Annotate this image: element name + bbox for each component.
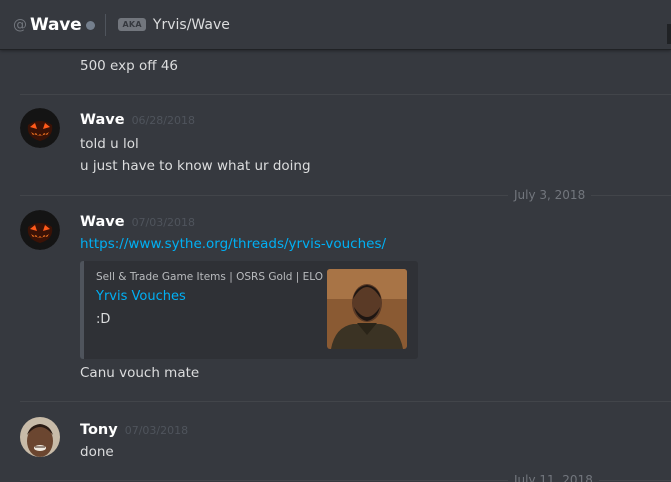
message-list[interactable]: 500 exp off 46 Wave 06/28/2018 told u lo… — [0, 50, 671, 482]
pumpkin-face-avatar[interactable] — [20, 108, 60, 148]
embed-title-link[interactable]: Yrvis Vouches — [96, 289, 186, 304]
message-group-separator — [20, 401, 671, 402]
aka-name: Yrvis/Wave — [152, 16, 230, 33]
message-line: 500 exp off 46 — [80, 58, 179, 74]
timestamp: 07/03/2018 — [131, 216, 195, 229]
author-name[interactable]: Wave — [80, 214, 125, 230]
header-divider — [105, 13, 107, 36]
person-avatar[interactable] — [20, 417, 60, 457]
author-name[interactable]: Wave — [80, 112, 125, 128]
status-offline-icon — [86, 20, 96, 30]
at-icon: @ — [13, 16, 27, 33]
embed-provider: Sell & Trade Game Items | OSRS Gold | EL… — [96, 271, 324, 283]
timestamp: 06/28/2018 — [131, 114, 195, 127]
message-link[interactable]: https://www.sythe.org/threads/yrvis-vouc… — [80, 236, 386, 252]
dm-header: @ Wave AKA Yrvis/Wave — [0, 0, 671, 50]
message-group-separator — [20, 94, 671, 95]
message-line: Canu vouch mate — [80, 365, 200, 381]
dm-username[interactable]: Wave — [30, 15, 82, 35]
date-divider: July 3, 2018 — [20, 188, 671, 202]
person-photo-thumbnail[interactable] — [327, 269, 407, 349]
author-name[interactable]: Tony — [80, 422, 118, 438]
message-line: u just have to know what ur doing — [80, 158, 311, 174]
pumpkin-face-avatar[interactable] — [20, 210, 60, 250]
message-line: done — [80, 444, 114, 460]
message-header: Wave 06/28/2018 — [80, 112, 195, 128]
message-line: told u lol — [80, 136, 139, 152]
message-header: Tony 07/03/2018 — [80, 422, 188, 438]
date-divider-label: July 11, 2018 — [508, 473, 599, 482]
date-divider-label: July 3, 2018 — [508, 188, 592, 202]
date-divider: July 11, 2018 — [20, 473, 671, 482]
message-header: Wave 07/03/2018 — [80, 214, 195, 230]
link-embed: Sell & Trade Game Items | OSRS Gold | EL… — [80, 261, 418, 359]
aka-badge: AKA — [118, 18, 146, 31]
header-toolbar-edge — [667, 24, 671, 44]
timestamp: 07/03/2018 — [124, 424, 189, 437]
embed-description: :D — [96, 312, 111, 327]
